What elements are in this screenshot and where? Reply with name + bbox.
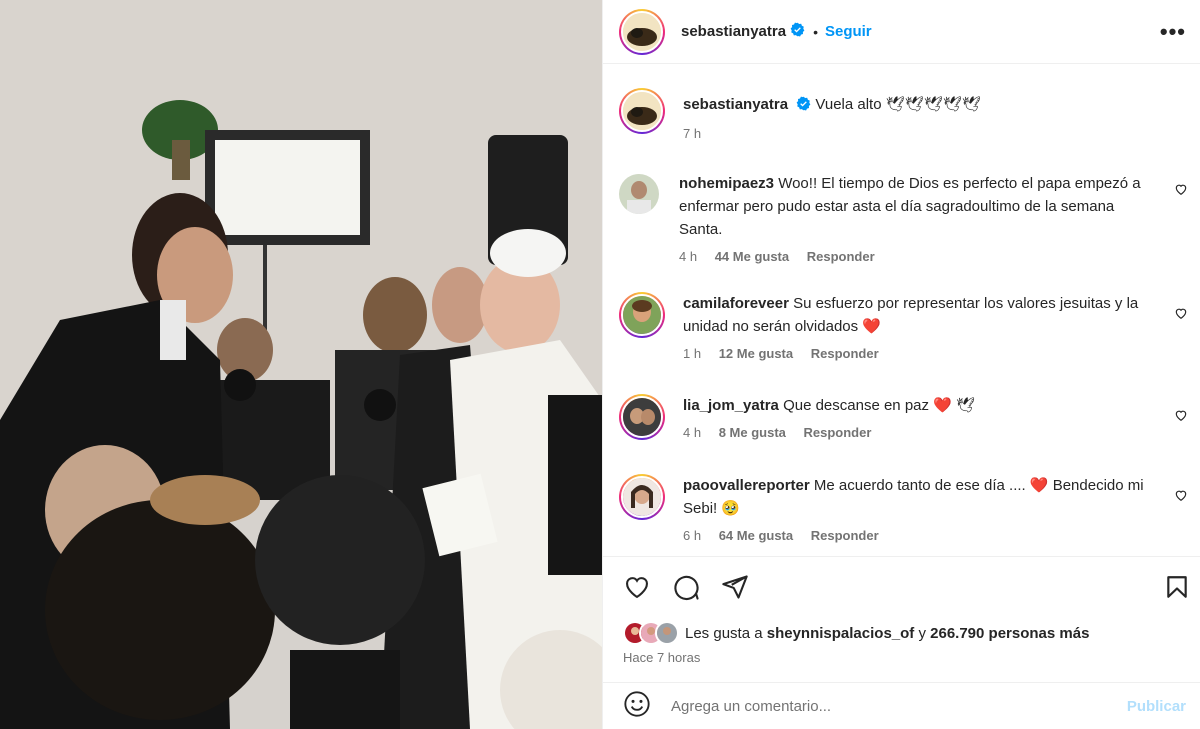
comment-time[interactable]: 4 h [679,249,697,264]
bookmark-icon[interactable] [1164,573,1190,606]
reply-button[interactable]: Responder [804,425,872,440]
heart-icon[interactable] [623,573,651,606]
caption-text: Vuela alto 🕊🕊🕊🕊🕊 [815,96,981,113]
comment-username[interactable]: nohemipaez3 [679,175,774,192]
comment-icon[interactable] [672,573,700,606]
reply-button[interactable]: Responder [811,528,879,543]
caption-time: 7 h [683,126,702,141]
comment-time[interactable]: 4 h [683,425,701,440]
publish-button[interactable]: Publicar [1127,698,1186,715]
comment-time[interactable]: 6 h [683,528,701,543]
post-time[interactable]: Hace 7 horas [623,650,700,665]
reply-button[interactable]: Responder [807,249,875,264]
more-options-icon[interactable]: ••• [1160,20,1186,42]
comment-input[interactable] [669,696,1127,716]
post-details-panel: sebastianyatra • Seguir ••• sebastianyat… [602,0,1200,729]
follow-button[interactable]: Seguir [825,23,872,40]
caption-author-avatar[interactable] [619,88,665,134]
verified-badge-icon [790,22,805,42]
post-caption: sebastianyatra Vuela alto 🕊🕊🕊🕊🕊 7 h [603,64,1200,141]
action-bar [603,556,1200,617]
comment-item: paoovallereporter Me acuerdo tanto de es… [619,474,1190,543]
comment-like-heart-icon[interactable] [1174,306,1188,325]
commenter-avatar[interactable] [619,394,665,440]
comment-text: Que descanse en paz ❤️ 🕊 [783,397,976,414]
comments-list[interactable]: sebastianyatra Vuela alto 🕊🕊🕊🕊🕊 7 h nohe… [603,64,1200,556]
comment-likes[interactable]: 64 Me gusta [719,528,793,543]
comment-like-heart-icon[interactable] [1174,488,1188,507]
comment-username[interactable]: lia_jom_yatra [683,397,779,414]
liker-avatars [623,621,679,645]
post-image [0,0,602,729]
comment-like-heart-icon[interactable] [1174,408,1188,427]
emoji-icon[interactable] [623,690,651,723]
liker-username[interactable]: sheynnispalacios_of [767,625,915,642]
likes-count[interactable]: 266.790 personas más [930,625,1089,642]
likes-summary: Les gusta a sheynnispalacios_of y 266.79… [623,621,1089,645]
comment-likes[interactable]: 44 Me gusta [715,249,789,264]
liker-avatar [655,621,679,645]
post-photo [0,0,602,729]
commenter-avatar[interactable] [619,174,659,214]
author-avatar[interactable] [619,8,665,55]
likes-connector: y [918,624,926,642]
reply-button[interactable]: Responder [811,346,879,361]
likes-prefix: Les gusta a [685,624,763,642]
comment-item: nohemipaez3 Woo!! El tiempo de Dios es p… [619,172,1190,264]
add-comment-bar: Publicar [603,682,1200,729]
verified-badge-icon [796,96,811,117]
caption-username[interactable]: sebastianyatra [683,96,788,113]
comment-username[interactable]: paoovallereporter [683,477,810,494]
comment-username[interactable]: camilaforeveer [683,295,789,312]
comment-item: lia_jom_yatra Que descanse en paz ❤️ 🕊 4… [619,394,1190,440]
comment-like-heart-icon[interactable] [1174,182,1188,201]
comment-likes[interactable]: 12 Me gusta [719,346,793,361]
comment-item: camilaforeveer Su esfuerzo por represent… [619,292,1190,361]
commenter-avatar[interactable] [619,474,665,520]
separator-dot: • [813,23,818,40]
caption-text-line: sebastianyatra Vuela alto 🕊🕊🕊🕊🕊 [683,95,981,117]
post-header: sebastianyatra • Seguir ••• [603,0,1200,64]
share-icon[interactable] [721,573,749,606]
comment-likes[interactable]: 8 Me gusta [719,425,786,440]
commenter-avatar[interactable] [619,292,665,338]
author-username[interactable]: sebastianyatra [681,23,786,40]
comment-time[interactable]: 1 h [683,346,701,361]
